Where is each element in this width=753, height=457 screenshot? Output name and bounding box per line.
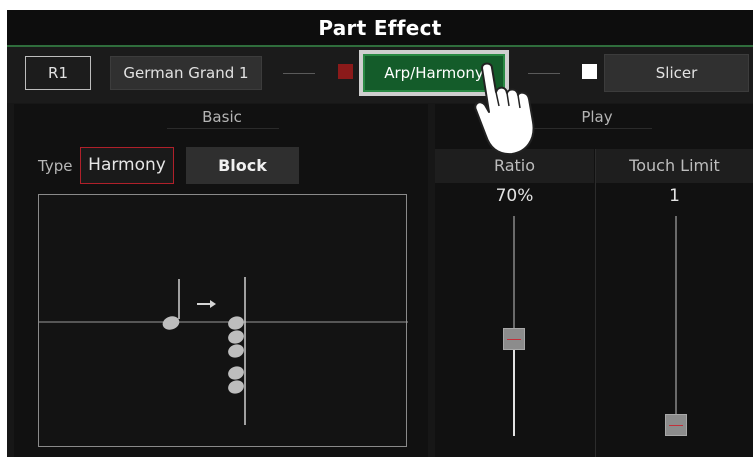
slicer-button[interactable]: Slicer <box>604 54 749 92</box>
type-harmony-button[interactable]: Harmony <box>80 147 174 184</box>
slicer-indicator <box>582 64 597 79</box>
title-bar: Part Effect <box>7 10 753 47</box>
touch-limit-value: 1 <box>669 186 680 206</box>
ratio-value: 70% <box>495 186 534 206</box>
touch-limit-slider-track[interactable] <box>675 216 677 436</box>
part-select-button[interactable]: R1 <box>25 56 91 90</box>
page-title: Part Effect <box>318 16 442 40</box>
play-heading: Play <box>581 108 613 126</box>
basic-heading: Basic <box>202 108 242 126</box>
divider <box>167 128 279 129</box>
type-block-button[interactable]: Block <box>186 147 299 184</box>
touch-limit-slider-thumb[interactable] <box>665 414 687 436</box>
ratio-slider-fill <box>513 339 515 436</box>
pointing-hand-icon <box>474 62 535 156</box>
right-arrow-icon <box>197 300 216 308</box>
arp-harmony-indicator <box>338 64 353 79</box>
part-effect-screen: Part Effect R1 German Grand 1 Arp/Harmon… <box>7 10 753 457</box>
ratio-slider-thumb[interactable] <box>503 328 525 351</box>
toolbar: R1 German Grand 1 Arp/Harmony Slicer <box>7 47 753 103</box>
voice-select-button[interactable]: German Grand 1 <box>110 56 262 90</box>
type-label: Type <box>38 157 73 175</box>
notation-illustration <box>39 277 408 425</box>
divider <box>283 73 315 74</box>
touch-limit-header: Touch Limit <box>596 149 753 183</box>
harmony-diagram <box>38 194 408 447</box>
